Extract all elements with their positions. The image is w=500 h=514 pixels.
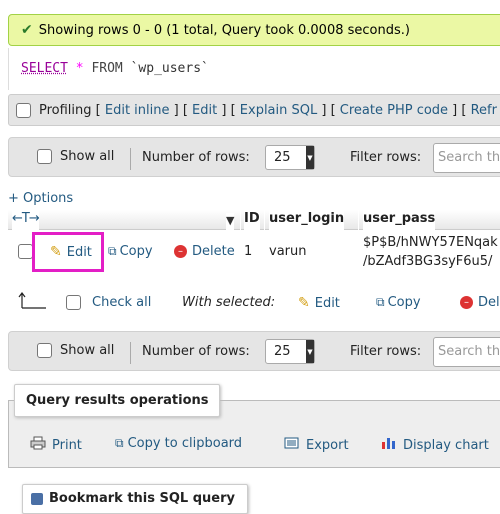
explain-sql-link[interactable]: Explain SQL <box>240 103 317 118</box>
show-all-checkbox[interactable] <box>37 343 52 358</box>
sql-from-keyword: FROM <box>91 61 123 76</box>
bulk-copy-label: Copy <box>387 295 421 310</box>
edit-link[interactable]: Edit <box>192 103 217 118</box>
divider <box>130 148 131 170</box>
profiling-label: Profiling <box>39 102 92 118</box>
check-icon: ✔ <box>21 22 33 38</box>
chevron-down-icon: ▼ <box>306 146 314 169</box>
row-copy-button[interactable]: ⧉ Copy <box>108 244 153 259</box>
cell-id: 1 <box>244 244 253 259</box>
cell-user-pass-line2: /bZAdf3BG3syF6u5/ <box>363 254 493 269</box>
header-user-pass[interactable]: user_pass <box>363 210 436 230</box>
row-checkbox[interactable] <box>18 244 33 259</box>
chevron-down-icon: ▼ <box>306 340 314 363</box>
show-all-control: Show all <box>37 343 114 358</box>
pencil-icon: ✎ <box>298 295 310 311</box>
copy-icon: ⧉ <box>115 436 123 450</box>
copy-icon: ⧉ <box>108 244 116 258</box>
refresh-link[interactable]: Refr <box>471 103 497 118</box>
sort-icon[interactable]: ▼ <box>226 213 235 233</box>
bulk-edit-label: Edit <box>314 295 340 311</box>
sql-select-keyword[interactable]: SELECT <box>21 61 68 76</box>
bulk-copy-button[interactable]: ⧉ Copy <box>376 295 421 310</box>
arrow-up-left-icon <box>18 290 48 310</box>
export-icon <box>284 436 300 454</box>
row-delete-button[interactable]: – Delete <box>174 244 235 259</box>
row-edit-button[interactable]: ✎ Edit <box>50 244 92 260</box>
print-button[interactable]: Print <box>30 436 82 454</box>
column-separator <box>240 210 241 230</box>
options-toggle[interactable]: + Options <box>8 191 73 206</box>
printer-icon <box>30 436 46 454</box>
bulk-delete-button[interactable]: – Del <box>460 295 500 310</box>
display-chart-label: Display chart <box>403 437 489 453</box>
cell-user-login: varun <box>269 244 307 259</box>
check-all-control[interactable]: Check all <box>66 295 151 310</box>
header-id[interactable]: ID <box>244 210 260 230</box>
create-php-code-link[interactable]: Create PHP code <box>340 103 448 118</box>
row-edit-label: Edit <box>66 244 92 260</box>
bulk-actions: Check all With selected: ✎ Edit ⧉ Copy –… <box>8 286 500 322</box>
pencil-icon: ✎ <box>50 244 62 260</box>
bulk-delete-label: Del <box>478 295 500 310</box>
cell-user-pass-line1: $P$B/hNWY57ENqak <box>363 235 498 250</box>
filter-rows-input[interactable]: Search th <box>433 337 500 367</box>
filter-rows-label: Filter rows: <box>350 344 422 359</box>
top-navigation-bar: Show all Number of rows: 25 ▼ Filter row… <box>8 137 500 177</box>
header-user-login[interactable]: user_login <box>269 210 345 230</box>
number-of-rows-select[interactable]: 25 ▼ <box>265 339 315 364</box>
sql-table-name: `wp_users` <box>130 61 209 76</box>
edit-inline-link[interactable]: Edit inline <box>105 103 170 118</box>
show-all-control: Show all <box>37 149 114 164</box>
bulk-edit-button[interactable]: ✎ Edit <box>298 295 340 311</box>
display-chart-button[interactable]: Display chart <box>381 436 489 454</box>
check-all-checkbox[interactable] <box>66 295 81 310</box>
show-all-label: Show all <box>60 149 115 164</box>
with-selected-label: With selected: <box>182 295 276 310</box>
show-all-label: Show all <box>60 343 115 358</box>
query-results-operations-title: Query results operations <box>14 384 220 417</box>
bookmark-title-text: Bookmark this SQL query <box>49 491 235 506</box>
copy-to-clipboard-label: Copy to clipboard <box>127 436 243 451</box>
column-separator <box>264 210 265 230</box>
filter-rows-label: Filter rows: <box>350 150 422 165</box>
column-separator <box>358 210 359 230</box>
copy-to-clipboard-button[interactable]: ⧉ Copy to clipboard <box>115 436 242 451</box>
table-header: ←T→ ▼ ID user_login user_pass <box>8 210 500 233</box>
export-label: Export <box>306 437 349 453</box>
row-copy-label: Copy <box>119 244 153 259</box>
table-row: ✎ Edit ⧉ Copy – Delete 1 varun $P$B/hNWY… <box>8 232 500 272</box>
bookmark-query-title: Bookmark this SQL query <box>22 484 248 514</box>
number-of-rows-value: 25 <box>274 150 291 165</box>
copy-icon: ⧉ <box>376 295 384 309</box>
profiling-checkbox[interactable] <box>16 102 31 118</box>
bar-chart-icon <box>381 436 397 454</box>
bookmark-icon <box>31 492 43 505</box>
profiling-bar: Profiling [ Edit inline ] [ Edit ] [ Exp… <box>8 94 500 126</box>
delete-icon: – <box>460 296 473 309</box>
filter-rows-input[interactable]: Search th <box>433 143 500 173</box>
sql-query: SELECT * FROM `wp_users` <box>8 48 500 90</box>
row-delete-label: Delete <box>192 244 235 259</box>
number-of-rows-label: Number of rows: <box>142 344 250 359</box>
success-message: ✔ Showing rows 0 - 0 (1 total, Query too… <box>8 14 500 46</box>
divider <box>130 342 131 364</box>
number-of-rows-label: Number of rows: <box>142 150 250 165</box>
delete-icon: – <box>174 245 187 258</box>
column-arrows[interactable]: ←T→ <box>12 210 40 230</box>
export-button[interactable]: Export <box>284 436 349 454</box>
number-of-rows-select[interactable]: 25 ▼ <box>265 145 315 170</box>
number-of-rows-value: 25 <box>274 344 291 359</box>
check-all-label[interactable]: Check all <box>92 295 151 310</box>
sql-star: * <box>75 61 84 76</box>
bottom-navigation-bar: Show all Number of rows: 25 ▼ Filter row… <box>8 331 500 371</box>
success-text: Showing rows 0 - 0 (1 total, Query took … <box>38 22 410 38</box>
show-all-checkbox[interactable] <box>37 149 52 164</box>
print-label: Print <box>52 437 82 453</box>
